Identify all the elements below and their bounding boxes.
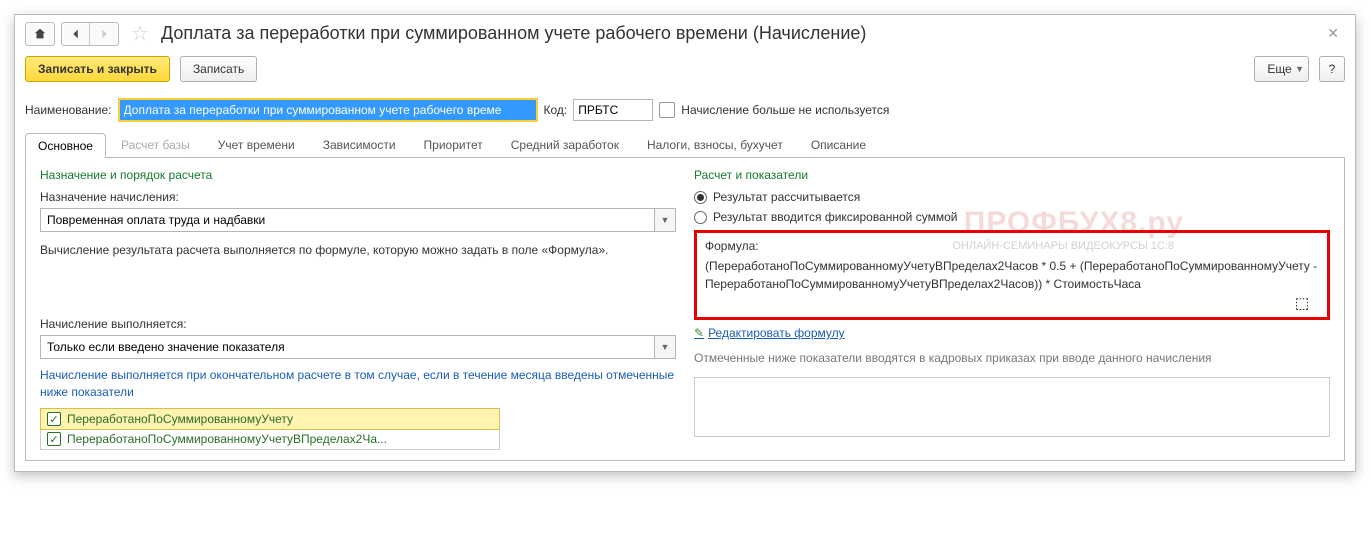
assignment-select[interactable] [40, 208, 654, 232]
chevron-down-icon: ▼ [661, 342, 670, 352]
tab-base-calc[interactable]: Расчет базы [108, 132, 203, 157]
tab-average-earnings[interactable]: Средний заработок [498, 132, 632, 157]
indicator-row-2[interactable]: ✓ ПереработаноПоСуммированномуУчетуВПред… [41, 429, 499, 449]
right-note: Отмеченные ниже показатели вводятся в ка… [694, 350, 1330, 367]
back-button[interactable] [62, 23, 90, 45]
radio-fixed[interactable]: Результат вводится фиксированной суммой [694, 210, 1330, 224]
forward-button[interactable] [90, 23, 118, 45]
exec-note: Начисление выполняется при окончательном… [40, 367, 676, 401]
right-section-header: Расчет и показатели [694, 168, 1330, 182]
edit-formula-link[interactable]: ✎ Редактировать формулу [694, 326, 1330, 340]
pencil-icon: ✎ [694, 326, 704, 340]
disabled-label: Начисление больше не используется [681, 103, 889, 117]
radio-calculated[interactable]: Результат рассчитывается [694, 190, 1330, 204]
name-label: Наименование: [25, 103, 112, 117]
left-section-header: Назначение и порядок расчета [40, 168, 676, 182]
radio-off-icon [694, 211, 707, 224]
radio-on-icon [694, 191, 707, 204]
chevron-down-icon: ▼ [661, 215, 670, 225]
right-column: Расчет и показатели Результат рассчитыва… [694, 168, 1330, 450]
left-column: Назначение и порядок расчета Назначение … [40, 168, 676, 450]
arrow-right-icon [97, 27, 111, 41]
indicator-list: ✓ ПереработаноПоСуммированномуУчету ✓ Пе… [40, 408, 500, 450]
empty-list[interactable] [694, 377, 1330, 437]
tab-main[interactable]: Основное [25, 133, 106, 158]
formula-label: Формула: [705, 239, 1319, 253]
formula-text: (ПереработаноПоСуммированномуУчетуВПреде… [705, 257, 1319, 293]
save-and-close-button[interactable]: Записать и закрыть [25, 56, 170, 82]
tab-content: ПРОФБУХ8.ру ОНЛАЙН-СЕМИНАРЫ ВИДЕОКУРСЫ 1… [25, 158, 1345, 461]
chevron-down-icon: ▼ [1295, 64, 1304, 74]
assignment-label: Назначение начисления: [40, 190, 676, 204]
favorite-star-icon[interactable]: ☆ [125, 21, 155, 46]
indicator-label: ПереработаноПоСуммированномуУчетуВПредел… [67, 432, 387, 446]
exec-select[interactable] [40, 335, 654, 359]
close-button[interactable]: ✕ [1321, 25, 1345, 42]
code-input[interactable] [573, 99, 653, 121]
save-button[interactable]: Записать [180, 56, 257, 82]
checkbox-icon[interactable]: ✓ [47, 432, 61, 446]
nav-buttons [61, 22, 119, 46]
name-input[interactable] [120, 100, 536, 120]
more-button[interactable]: Еще ▼ [1254, 56, 1309, 82]
exec-dropdown-button[interactable]: ▼ [654, 335, 676, 359]
exec-label: Начисление выполняется: [40, 317, 676, 331]
code-label: Код: [544, 103, 568, 117]
tab-priority[interactable]: Приоритет [411, 132, 496, 157]
window-title: Доплата за переработки при суммированном… [161, 23, 1315, 44]
home-icon [33, 27, 47, 41]
checkbox-icon[interactable]: ✓ [47, 412, 61, 426]
edit-formula-label: Редактировать формулу [708, 326, 845, 340]
cursor-icon: ⬚ [1295, 294, 1309, 312]
calc-description: Вычисление результата расчета выполняетс… [40, 242, 676, 259]
tab-strip: Основное Расчет базы Учет времени Зависи… [25, 132, 1345, 158]
indicator-label: ПереработаноПоСуммированномуУчету [67, 412, 293, 426]
indicator-row-1[interactable]: ✓ ПереработаноПоСуммированномуУчету [40, 408, 500, 430]
assignment-dropdown-button[interactable]: ▼ [654, 208, 676, 232]
disabled-checkbox[interactable] [659, 102, 675, 118]
radio-label: Результат вводится фиксированной суммой [713, 210, 957, 224]
home-button[interactable] [25, 22, 55, 46]
tab-taxes[interactable]: Налоги, взносы, бухучет [634, 132, 796, 157]
formula-box: Формула: (ПереработаноПоСуммированномуУч… [694, 230, 1330, 320]
tab-time-tracking[interactable]: Учет времени [205, 132, 308, 157]
help-button[interactable]: ? [1319, 56, 1345, 82]
tab-dependencies[interactable]: Зависимости [310, 132, 409, 157]
tab-description[interactable]: Описание [798, 132, 879, 157]
name-field-wrap [118, 98, 538, 122]
radio-label: Результат рассчитывается [713, 190, 860, 204]
arrow-left-icon [69, 27, 83, 41]
